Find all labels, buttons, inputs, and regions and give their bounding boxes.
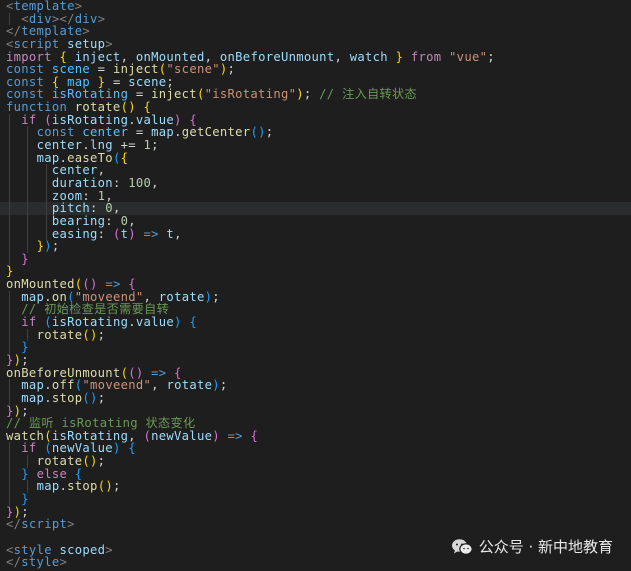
code-token: => (143, 226, 159, 241)
code-line[interactable]: } (0, 251, 631, 266)
code-token: ; (97, 390, 106, 405)
code-token: , (151, 378, 167, 393)
code-token: . (59, 479, 68, 494)
code-token: ; (151, 138, 159, 153)
code-token: inject (151, 87, 197, 102)
code-token: watch (349, 49, 388, 64)
code-token: { (120, 150, 129, 165)
code-line[interactable]: }); (0, 505, 631, 519)
code-token: 1 (143, 138, 152, 153)
code-token: ; (265, 125, 274, 140)
code-token: , (174, 226, 182, 241)
code-token: value (135, 315, 175, 330)
code-token: newValue (151, 428, 213, 443)
code-token: onBeforeUnmount (219, 49, 335, 64)
code-token: . (128, 315, 136, 330)
code-token: ) (174, 315, 182, 330)
code-token: "vue" (449, 49, 488, 64)
code-token: ( (112, 226, 121, 241)
code-line[interactable]: </style> (0, 556, 631, 569)
code-token: "isRotating" (204, 87, 297, 102)
code-token: () (82, 454, 98, 469)
code-token: : (97, 226, 113, 241)
code-token: ) (44, 239, 52, 254)
code-line[interactable]: map.stop(); (0, 480, 631, 493)
code-token: () (82, 390, 98, 405)
code-token: : (112, 175, 129, 190)
code-token: => (227, 428, 243, 443)
code-token: </ (6, 517, 22, 532)
code-token: ) (212, 378, 220, 393)
code-editor[interactable]: <template> <div></div> </template> <script… (0, 0, 631, 571)
watermark: 公众号 · 新中地教育 (451, 536, 613, 557)
code-token: { (250, 428, 259, 443)
code-token: . (44, 390, 52, 405)
code-token: ; (51, 239, 60, 254)
code-line[interactable]: rotate(); (0, 455, 631, 468)
code-token: , (334, 49, 350, 64)
code-token: ) (212, 428, 220, 443)
code-token: > (67, 517, 75, 532)
code-token: stop (67, 479, 98, 494)
code-token: ( (112, 150, 121, 165)
code-line[interactable]: <div></div> (0, 11, 631, 26)
code-token: ; (227, 62, 236, 77)
code-line[interactable]: map.stop(); (0, 392, 631, 405)
watermark-text: 公众号 · 新中地教育 (478, 538, 613, 556)
code-token: . (174, 125, 182, 140)
code-token: > (59, 555, 68, 570)
code-line[interactable]: }); (0, 240, 631, 253)
code-token: style (21, 555, 60, 570)
code-token: "scene" (166, 62, 220, 77)
code-token: from (410, 49, 442, 64)
code-token: () (97, 479, 113, 494)
code-token: { (128, 441, 136, 456)
code-token: map (36, 479, 60, 494)
code-token: getCenter (181, 125, 251, 140)
code-token: stop (51, 390, 83, 405)
code-token: ( (143, 428, 152, 443)
code-token: 100 (128, 175, 152, 190)
code-token: ; (97, 327, 106, 342)
code-token: } (21, 251, 29, 266)
code-token: ; (487, 49, 495, 64)
code-token: , (151, 175, 159, 190)
code-token: ; (219, 378, 228, 393)
code-token: ; (112, 479, 121, 494)
code-line[interactable]: rotate(); (0, 327, 631, 342)
code-token: rotate (36, 327, 83, 342)
code-line[interactable]: easing: (t) => t, (0, 226, 631, 241)
code-token: ) (128, 226, 136, 241)
code-token: ; (212, 289, 220, 304)
code-token: ; (303, 87, 320, 102)
code-token: > (105, 542, 113, 557)
code-token: ) (296, 87, 304, 102)
code-token: // 注入自转状态 (319, 87, 418, 102)
code-token: t (166, 226, 175, 241)
code-token: ) (112, 441, 121, 456)
wechat-icon (451, 538, 473, 555)
code-line[interactable]: } (0, 493, 631, 506)
code-line[interactable]: } (0, 341, 631, 354)
code-token: rotate (166, 378, 213, 393)
code-token: () (250, 125, 266, 140)
code-token: { (189, 315, 197, 330)
code-token: script (21, 517, 68, 532)
code-token: > (97, 11, 106, 26)
code-token: () (82, 327, 98, 342)
code-token: ; (97, 454, 106, 469)
code-token: </ (6, 555, 22, 570)
code-token: ) (219, 62, 228, 77)
code-line[interactable]: </script> (0, 518, 631, 531)
code-token: ( (196, 87, 205, 102)
